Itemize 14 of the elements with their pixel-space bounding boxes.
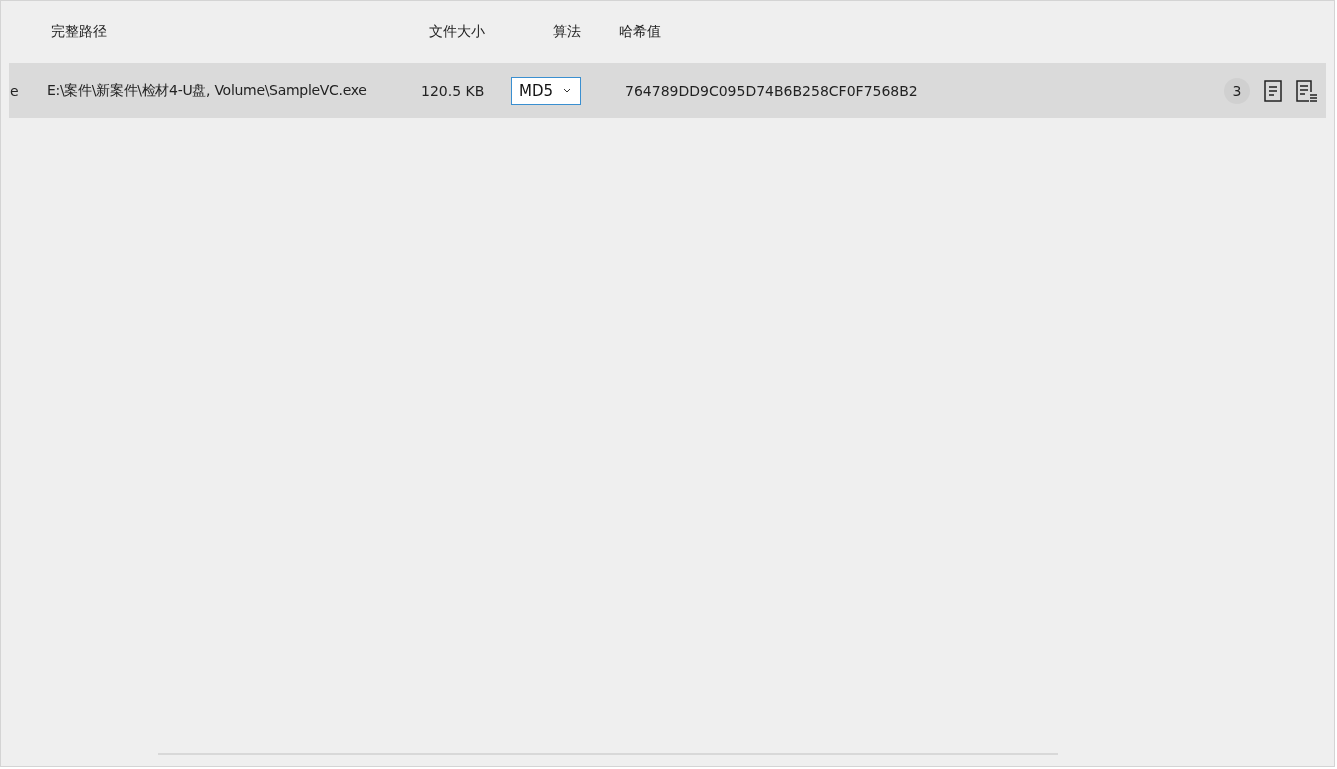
document-icon[interactable] [1264,79,1282,102]
caret-icon [563,88,572,93]
algorithm-dropdown[interactable]: MD5 [511,76,581,105]
column-header[interactable]: 完整路径 [47,23,421,41]
table-cell-text: 764789DD9C095D74B6B258CF0F7568B2 [624,82,919,99]
table-cell-text: 120.5 KB [420,82,486,99]
table-row[interactable]: e E:\案件\新案件\检材4-U盘, Volume\SampleVC.exe 120.5 KB MD5 764789DD9C095D74B6B258CF0F7568B2 3 [9,63,1326,118]
count-badge: 3 [1224,77,1250,104]
document-list-icon[interactable] [1296,79,1318,102]
table-cell-text: E:\案件\新案件\检材4-U盘, Volume\SampleVC.exe [47,81,368,100]
column-header[interactable]: 文件大小 [421,23,531,41]
column-header[interactable]: 哈希值 [613,23,1326,41]
table-cell-text: e [9,82,20,99]
column-header[interactable]: 算法 [531,23,613,41]
